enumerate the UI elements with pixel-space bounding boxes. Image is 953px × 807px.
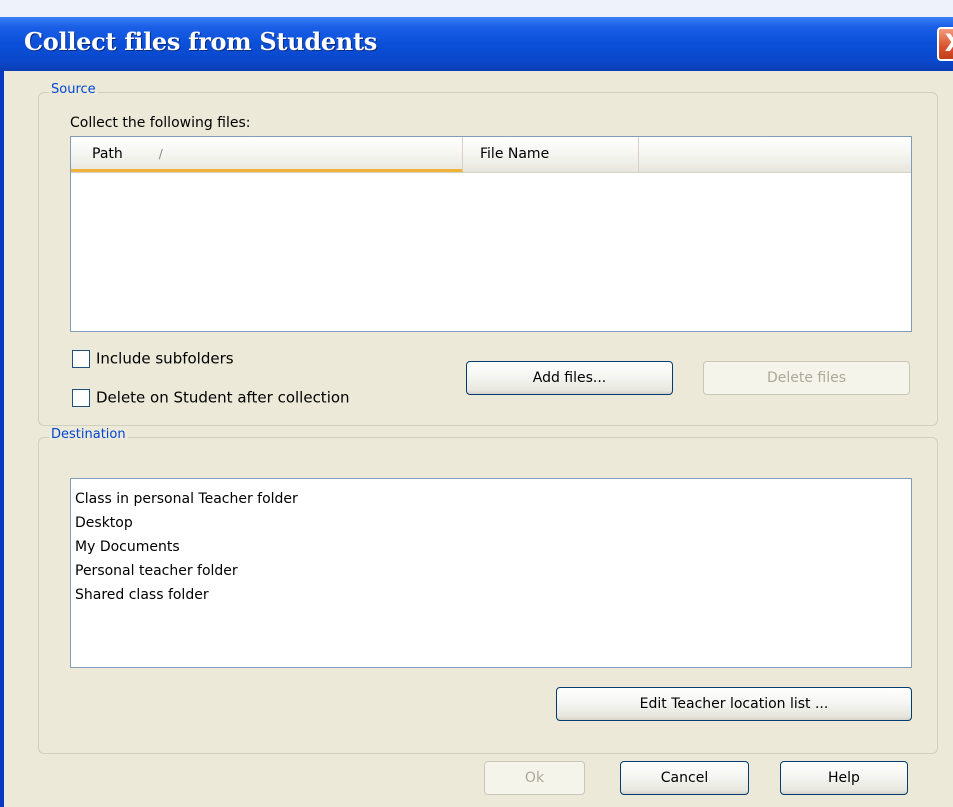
- include-subfolders-checkbox[interactable]: Include subfolders: [72, 349, 234, 371]
- source-group-label: Source: [49, 82, 98, 97]
- files-listview[interactable]: Path / File Name: [70, 136, 912, 332]
- close-icon: X: [945, 29, 953, 57]
- title-bar[interactable]: Collect files from Students X: [0, 17, 953, 71]
- close-button[interactable]: X: [937, 27, 953, 61]
- destination-group-label: Destination: [49, 427, 128, 442]
- destination-item[interactable]: Desktop: [75, 511, 907, 535]
- dialog-window: Collect files from Students X Source Col…: [0, 17, 953, 807]
- destination-item[interactable]: My Documents: [75, 535, 907, 559]
- cancel-button[interactable]: Cancel: [620, 761, 749, 795]
- window-title: Collect files from Students: [24, 27, 377, 56]
- destination-item[interactable]: Personal teacher folder: [75, 559, 907, 583]
- destination-group: Destination Class in personal Teacher fo…: [38, 427, 938, 754]
- delete-after-collection-checkbox[interactable]: Delete on Student after collection: [72, 388, 350, 410]
- add-files-button[interactable]: Add files...: [466, 361, 673, 395]
- column-header-path[interactable]: Path /: [71, 137, 463, 172]
- help-button[interactable]: Help: [780, 761, 908, 795]
- ok-button[interactable]: Ok: [484, 761, 585, 795]
- delete-after-collection-box[interactable]: [72, 388, 90, 407]
- include-subfolders-box[interactable]: [72, 349, 90, 368]
- source-group: Source Collect the following files: Path…: [38, 82, 938, 426]
- destination-item[interactable]: Class in personal Teacher folder: [75, 487, 907, 511]
- delete-after-collection-label: Delete on Student after collection: [96, 388, 350, 407]
- column-file-name-label: File Name: [480, 146, 550, 162]
- collect-files-label: Collect the following files:: [70, 115, 251, 131]
- delete-files-button[interactable]: Delete files: [703, 361, 910, 395]
- destination-item[interactable]: Shared class folder: [75, 583, 907, 607]
- include-subfolders-label: Include subfolders: [96, 349, 234, 368]
- column-header-file-name[interactable]: File Name: [463, 137, 639, 172]
- column-path-label: Path: [92, 146, 123, 162]
- edit-teacher-location-list-button[interactable]: Edit Teacher location list ...: [556, 687, 912, 721]
- sort-indicator-icon: /: [158, 147, 163, 161]
- files-list-header: Path / File Name: [71, 137, 911, 173]
- destination-list[interactable]: Class in personal Teacher folder Desktop…: [70, 478, 912, 668]
